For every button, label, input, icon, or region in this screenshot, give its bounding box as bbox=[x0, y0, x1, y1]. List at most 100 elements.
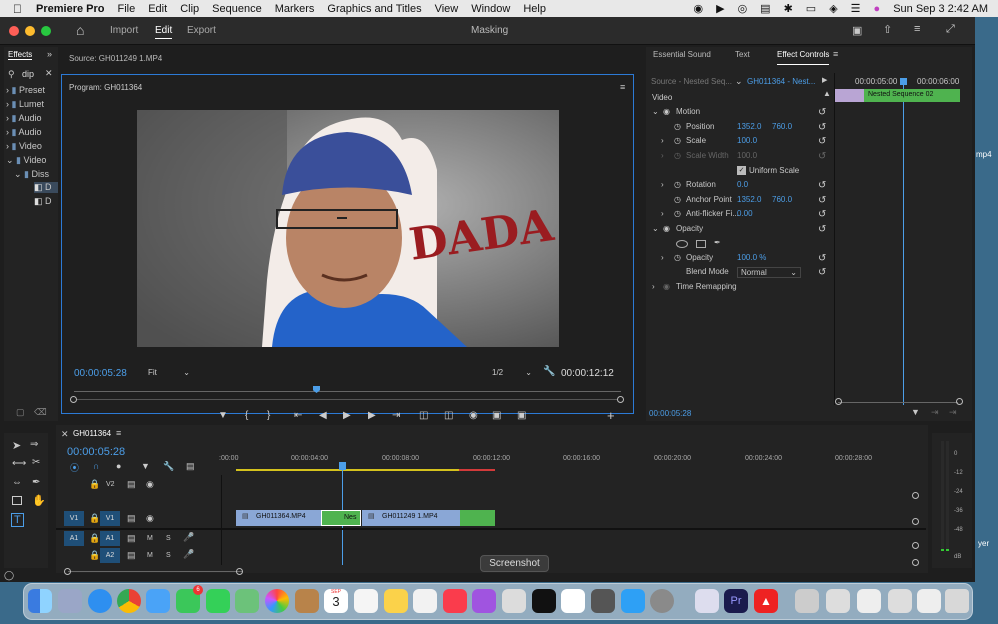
notes-app-icon[interactable] bbox=[295, 589, 319, 613]
tree-item[interactable]: ◧ D bbox=[34, 196, 52, 207]
microphone-icon[interactable]: 🎤 bbox=[183, 532, 194, 543]
ec-opacity-value-row[interactable]: › ◷ Opacity 100.0 % ↺ bbox=[646, 253, 826, 267]
siri-icon[interactable]: ● bbox=[874, 3, 881, 15]
source-a1-button[interactable]: A1 bbox=[64, 531, 84, 546]
ec-uniform-scale-row[interactable]: ✓ Uniform Scale bbox=[646, 166, 826, 180]
video-frame[interactable]: DADA bbox=[137, 110, 559, 347]
rectangle-tool-icon[interactable] bbox=[12, 496, 22, 505]
hand-tool-icon[interactable]: ✋ bbox=[32, 494, 46, 507]
solo-button[interactable]: S bbox=[166, 535, 171, 542]
minimize-button[interactable] bbox=[25, 26, 35, 36]
sync-lock-icon[interactable]: ▤ bbox=[127, 550, 136, 561]
reset-icon[interactable]: ↺ bbox=[818, 209, 826, 220]
uniform-scale-checkbox[interactable]: ✓ bbox=[737, 166, 746, 175]
fit-dropdown[interactable]: Fit ⌄ bbox=[148, 368, 190, 377]
display-icon[interactable]: ▤ bbox=[760, 2, 770, 15]
chevron-right-icon[interactable]: › bbox=[652, 282, 655, 291]
creative-cloud-icon[interactable]: ◉ bbox=[693, 2, 703, 15]
rectangle-mask-icon[interactable] bbox=[696, 240, 706, 248]
source-monitor-label[interactable]: Source: GH011249 1.MP4 bbox=[69, 54, 162, 63]
apple-icon[interactable]:  bbox=[13, 2, 22, 16]
chevron-down-icon[interactable]: ⌄ bbox=[652, 224, 659, 233]
airdrop-icon[interactable]: ◎ bbox=[738, 2, 748, 15]
play-only-icon[interactable]: ▶ bbox=[822, 76, 827, 84]
tv-icon[interactable] bbox=[532, 589, 556, 613]
minimized-window-icon[interactable] bbox=[888, 589, 912, 613]
menu-file[interactable]: File bbox=[117, 3, 135, 15]
add-marker-icon[interactable]: ▼ bbox=[141, 461, 150, 471]
filter-icon[interactable]: ▼ bbox=[911, 407, 920, 417]
tree-item[interactable]: › ▮ Preset bbox=[6, 85, 45, 96]
app-store-icon[interactable] bbox=[621, 589, 645, 613]
tree-item-selected[interactable]: ◧ D bbox=[34, 182, 58, 193]
reset-icon[interactable]: ↺ bbox=[818, 253, 826, 264]
ec-scale-row[interactable]: › ◷ Scale 100.0 ↺ bbox=[646, 136, 826, 150]
slip-tool-icon[interactable]: ⇔ bbox=[12, 477, 22, 488]
menu-graphics[interactable]: Graphics and Titles bbox=[327, 3, 421, 15]
panel-layout-icon[interactable]: ▣ bbox=[852, 24, 862, 37]
menu-sequence[interactable]: Sequence bbox=[212, 3, 262, 15]
timeline-timecode[interactable]: 00:00:05:28 bbox=[67, 446, 125, 458]
ec-export-icon[interactable]: ⇥ bbox=[949, 407, 957, 418]
tab-text[interactable]: Text bbox=[735, 50, 750, 59]
anchor-x-value[interactable]: 1352.0 bbox=[737, 195, 761, 204]
playhead-timecode[interactable]: 00:00:05:28 bbox=[74, 368, 127, 379]
minimized-window-icon[interactable] bbox=[857, 589, 881, 613]
menu-view[interactable]: View bbox=[435, 3, 459, 15]
reset-icon[interactable]: ↺ bbox=[818, 267, 826, 278]
podcasts-icon[interactable] bbox=[472, 589, 496, 613]
ec-export-icon[interactable]: ⇥ bbox=[931, 407, 939, 418]
timeline-playhead[interactable] bbox=[339, 462, 346, 470]
ec-nested-clip[interactable]: Nested Sequence 02 bbox=[864, 89, 960, 102]
tab-edit[interactable]: Edit bbox=[155, 25, 173, 39]
extract-icon[interactable]: ◫ bbox=[444, 410, 453, 421]
settings-wrench-icon[interactable]: 🔧 bbox=[163, 461, 174, 472]
home-icon[interactable]: ⌂ bbox=[76, 22, 84, 38]
ec-position-row[interactable]: ◷ Position 1352.0 760.0 ↺ bbox=[646, 122, 826, 136]
timeline-v-scroll-handle[interactable] bbox=[912, 518, 919, 525]
stopwatch-icon[interactable]: ◷ bbox=[674, 209, 681, 218]
new-bin-icon[interactable]: ▢ bbox=[16, 407, 25, 418]
track-v2-label[interactable]: V2 bbox=[106, 481, 115, 488]
menu-markers[interactable]: Markers bbox=[275, 3, 315, 15]
captions-icon[interactable]: ▤ bbox=[186, 461, 195, 472]
close-button[interactable] bbox=[9, 26, 19, 36]
trash-icon[interactable] bbox=[945, 589, 969, 613]
play-icon[interactable]: ▶ bbox=[716, 2, 724, 15]
timebar-scrollbar[interactable] bbox=[77, 399, 617, 400]
source-v1-button[interactable]: V1 bbox=[64, 511, 84, 526]
anchor-y-value[interactable]: 760.0 bbox=[772, 195, 792, 204]
lift-icon[interactable]: ◫ bbox=[419, 410, 428, 421]
ec-motion-row[interactable]: ⌄ ◉ Motion ↺ bbox=[646, 107, 826, 121]
lock-icon[interactable]: 🔒 bbox=[89, 550, 100, 561]
chevron-down-icon[interactable]: ⌄ bbox=[652, 107, 659, 116]
stopwatch-icon[interactable]: ◷ bbox=[674, 136, 681, 145]
chrome-icon[interactable] bbox=[117, 589, 141, 613]
track-v1-label[interactable]: V1 bbox=[100, 511, 120, 526]
go-to-out-icon[interactable]: ⇥ bbox=[392, 410, 400, 421]
reminders-icon[interactable] bbox=[354, 589, 378, 613]
news-icon[interactable] bbox=[561, 589, 585, 613]
control-center-icon[interactable]: ☰ bbox=[851, 2, 861, 15]
ec-anchor-row[interactable]: ◷ Anchor Point 1352.0 760.0 ↺ bbox=[646, 195, 826, 209]
proxy-toggle-icon[interactable]: ▣ bbox=[517, 410, 526, 421]
preview-icon[interactable] bbox=[695, 589, 719, 613]
finder-icon[interactable] bbox=[28, 589, 52, 613]
pen-mask-icon[interactable]: ✒ bbox=[714, 238, 721, 247]
chevron-right-icon[interactable]: › bbox=[661, 180, 664, 189]
resolution-dropdown[interactable]: 1/2 ⌄ bbox=[492, 368, 532, 377]
panel-menu-icon[interactable]: ≡ bbox=[833, 49, 838, 59]
selection-tool-icon[interactable]: ➤ bbox=[12, 439, 21, 452]
safari-icon[interactable] bbox=[88, 589, 112, 613]
premiere-pro-icon[interactable]: Pr bbox=[724, 589, 748, 613]
tab-export[interactable]: Export bbox=[187, 25, 216, 36]
tab-effect-controls[interactable]: Effect Controls bbox=[777, 50, 830, 65]
eye-icon[interactable]: ◉ bbox=[146, 513, 154, 524]
chevron-right-icon[interactable]: › bbox=[661, 136, 664, 145]
mark-out-icon[interactable]: } bbox=[267, 410, 270, 421]
share-icon[interactable]: ⇧ bbox=[883, 23, 892, 36]
reset-icon[interactable]: ↺ bbox=[818, 122, 826, 133]
type-tool-icon[interactable]: T bbox=[11, 513, 24, 527]
ec-antiflicker-row[interactable]: › ◷ Anti-flicker Fi... 0.00 ↺ bbox=[646, 209, 826, 223]
stopwatch-icon[interactable]: ◷ bbox=[674, 195, 681, 204]
